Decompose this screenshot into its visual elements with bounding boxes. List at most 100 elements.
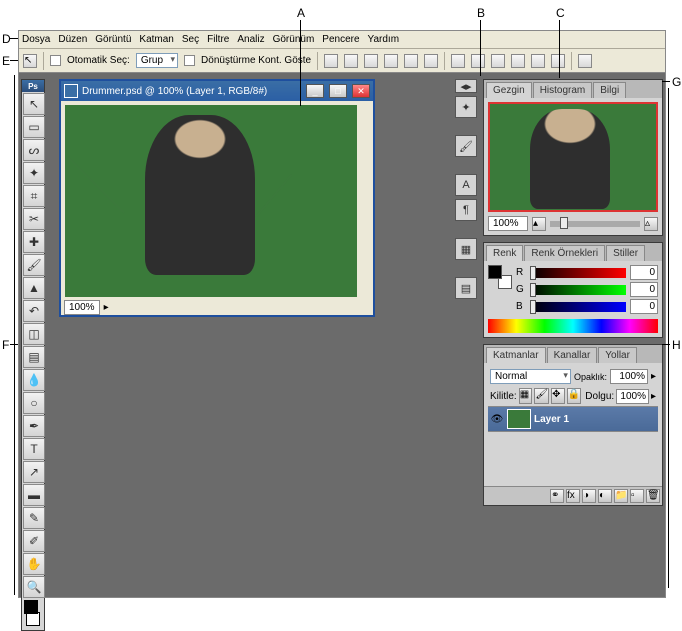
g-slider[interactable] xyxy=(530,285,626,295)
marquee-tool[interactable]: ▭ xyxy=(23,116,45,138)
menu-file[interactable]: Dosya xyxy=(22,34,50,45)
menu-help[interactable]: Yardım xyxy=(368,34,400,45)
auto-select-dropdown[interactable]: Grup xyxy=(136,53,178,68)
tab-navigator[interactable]: Gezgin xyxy=(486,82,532,98)
align-top-icon[interactable] xyxy=(324,54,338,68)
color-fgbg-swatch[interactable] xyxy=(488,265,512,289)
menu-layer[interactable]: Katman xyxy=(139,34,173,45)
distribute-vcenter-icon[interactable] xyxy=(471,54,485,68)
lasso-tool[interactable]: ᔕ xyxy=(23,139,45,161)
menu-analysis[interactable]: Analiz xyxy=(237,34,264,45)
menu-image[interactable]: Görüntü xyxy=(95,34,131,45)
navigator-preview[interactable] xyxy=(488,102,658,212)
new-layer-icon[interactable]: ▫ xyxy=(630,489,644,503)
layer-mask-icon[interactable]: ◑ xyxy=(582,489,596,503)
menu-view[interactable]: Görünüm xyxy=(273,34,315,45)
zoom-out-icon[interactable]: ▴ xyxy=(532,217,546,231)
eraser-tool[interactable]: ◫ xyxy=(23,323,45,345)
slice-tool[interactable]: ✂ xyxy=(23,208,45,230)
opacity-input[interactable]: 100% xyxy=(610,369,648,384)
tab-channels[interactable]: Kanallar xyxy=(547,347,598,363)
layer-group-icon[interactable]: 📁 xyxy=(614,489,628,503)
tab-swatches[interactable]: Renk Örnekleri xyxy=(524,245,605,261)
fill-input[interactable]: 100% xyxy=(616,389,649,404)
transform-controls-checkbox[interactable] xyxy=(184,55,195,66)
menu-edit[interactable]: Düzen xyxy=(58,34,87,45)
opacity-arrow-icon[interactable]: ▸ xyxy=(651,371,656,382)
align-left-icon[interactable] xyxy=(384,54,398,68)
color-swatches[interactable] xyxy=(24,600,42,628)
background-color-swatch[interactable] xyxy=(26,612,40,626)
zoom-in-icon[interactable]: ▵ xyxy=(644,217,658,231)
navigator-zoom-input[interactable]: 100% xyxy=(488,216,528,231)
layer-thumbnail[interactable] xyxy=(507,409,531,429)
distribute-bottom-icon[interactable] xyxy=(491,54,505,68)
hand-tool[interactable]: ✋ xyxy=(23,553,45,575)
close-button[interactable]: ✕ xyxy=(352,84,370,98)
move-tool-icon[interactable]: ↖ xyxy=(23,54,37,68)
zoom-level[interactable]: 100% xyxy=(64,300,100,315)
lock-image-icon[interactable]: 🖌 xyxy=(534,388,549,404)
tab-histogram[interactable]: Histogram xyxy=(533,82,593,98)
layer-style-icon[interactable]: fx xyxy=(566,489,580,503)
heal-tool[interactable]: ✚ xyxy=(23,231,45,253)
dock-handle[interactable]: ◂▸ xyxy=(455,79,477,93)
notes-tool[interactable]: ✎ xyxy=(23,507,45,529)
pen-tool[interactable]: ✒ xyxy=(23,415,45,437)
tab-styles[interactable]: Stiller xyxy=(606,245,645,261)
fill-arrow-icon[interactable]: ▸ xyxy=(651,391,656,402)
eyedropper-tool[interactable]: ✐ xyxy=(23,530,45,552)
move-tool[interactable]: ↖ xyxy=(23,93,45,115)
gradient-tool[interactable]: ▤ xyxy=(23,346,45,368)
doc-info-arrow-icon[interactable]: ▸ xyxy=(104,302,109,313)
foreground-color-swatch[interactable] xyxy=(24,600,38,614)
arrange-icon[interactable] xyxy=(578,54,592,68)
r-value[interactable]: 0 xyxy=(630,265,658,280)
align-vcenter-icon[interactable] xyxy=(344,54,358,68)
tab-paths[interactable]: Yollar xyxy=(598,347,637,363)
dock-layers-comp-icon[interactable]: ▤ xyxy=(455,277,477,299)
type-tool[interactable]: T xyxy=(23,438,45,460)
blend-mode-dropdown[interactable]: Normal xyxy=(490,369,571,384)
layer-row[interactable]: 👁 Layer 1 xyxy=(488,406,658,432)
menu-select[interactable]: Seç xyxy=(182,34,199,45)
tab-layers[interactable]: Katmanlar xyxy=(486,347,546,363)
minimize-button[interactable]: _ xyxy=(306,84,324,98)
history-brush-tool[interactable]: ↶ xyxy=(23,300,45,322)
align-right-icon[interactable] xyxy=(424,54,438,68)
align-bottom-icon[interactable] xyxy=(364,54,378,68)
wand-tool[interactable]: ✦ xyxy=(23,162,45,184)
g-value[interactable]: 0 xyxy=(630,282,658,297)
vertical-scrollbar[interactable] xyxy=(359,105,373,297)
lock-transparency-icon[interactable]: ▦ xyxy=(519,388,533,404)
adjustment-layer-icon[interactable]: ◐ xyxy=(598,489,612,503)
dock-paragraph-icon[interactable]: ¶ xyxy=(455,199,477,221)
crop-tool[interactable]: ⌗ xyxy=(23,185,45,207)
layer-name[interactable]: Layer 1 xyxy=(534,414,569,425)
brush-tool[interactable]: 🖌 xyxy=(23,254,45,276)
dodge-tool[interactable]: ○ xyxy=(23,392,45,414)
delete-layer-icon[interactable]: 🗑 xyxy=(646,489,660,503)
lock-all-icon[interactable]: 🔒 xyxy=(567,388,581,404)
distribute-left-icon[interactable] xyxy=(511,54,525,68)
maximize-button[interactable]: □ xyxy=(329,84,347,98)
tab-info[interactable]: Bilgi xyxy=(593,82,626,98)
dock-brushes-icon[interactable]: 🖌 xyxy=(455,135,477,157)
align-hcenter-icon[interactable] xyxy=(404,54,418,68)
zoom-slider[interactable] xyxy=(550,221,640,227)
path-tool[interactable]: ↗ xyxy=(23,461,45,483)
b-slider[interactable] xyxy=(530,302,626,312)
dock-clone-icon[interactable]: ▦ xyxy=(455,238,477,260)
distribute-hcenter-icon[interactable] xyxy=(531,54,545,68)
color-spectrum[interactable] xyxy=(488,319,658,333)
blur-tool[interactable]: 💧 xyxy=(23,369,45,391)
document-canvas[interactable] xyxy=(65,105,357,297)
dock-character-icon[interactable]: A xyxy=(455,174,477,196)
link-layers-icon[interactable]: ⚭ xyxy=(550,489,564,503)
menu-filter[interactable]: Filtre xyxy=(207,34,229,45)
b-value[interactable]: 0 xyxy=(630,299,658,314)
layer-visibility-icon[interactable]: 👁 xyxy=(490,412,504,426)
dock-tool-presets-icon[interactable]: ✦ xyxy=(455,96,477,118)
document-titlebar[interactable]: Drummer.psd @ 100% (Layer 1, RGB/8#) _ □… xyxy=(61,81,373,101)
tab-color[interactable]: Renk xyxy=(486,245,523,261)
